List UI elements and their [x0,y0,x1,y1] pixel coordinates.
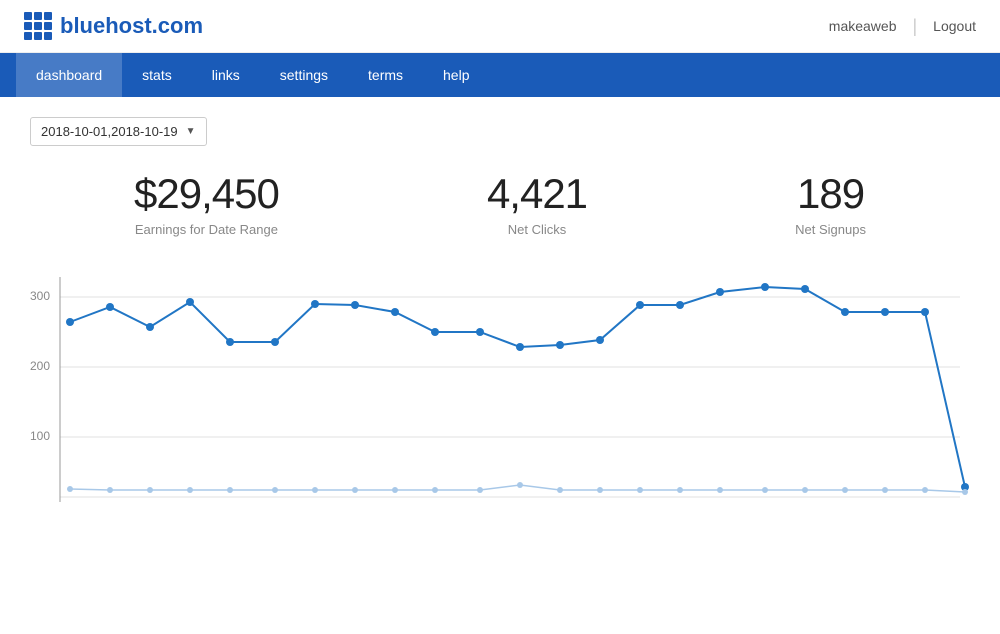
stat-clicks-value: 4,421 [487,170,587,218]
svg-text:300: 300 [30,289,50,303]
svg-text:10-13: 10-13 [505,506,536,507]
stat-earnings-label: Earnings for Date Range [134,222,279,237]
top-header: bluehost.com makeaweb | Logout [0,0,1000,53]
logo-grid-icon [24,12,52,40]
nav-item-help[interactable]: help [423,53,489,97]
svg-text:10-11: 10-11 [420,506,450,507]
logout-link[interactable]: Logout [933,18,976,34]
dropdown-arrow-icon: ▼ [186,126,196,137]
svg-text:100: 100 [30,429,50,443]
header-divider: | [912,16,917,37]
header-username: makeaweb [829,18,897,34]
nav-item-dashboard[interactable]: dashboard [16,53,122,97]
svg-text:10-05: 10-05 [175,506,206,507]
svg-text:10-07: 10-07 [260,506,291,507]
svg-text:10-15: 10-15 [585,506,616,507]
nav-item-links[interactable]: links [192,53,260,97]
header-right: makeaweb | Logout [829,16,976,37]
chart-area: 300 200 100 [30,267,970,507]
nav-item-settings[interactable]: settings [260,53,348,97]
date-range-picker[interactable]: 2018-10-01,2018-10-19 ▼ [30,117,207,146]
stat-earnings-value: $29,450 [134,170,279,218]
svg-text:10-17: 10-17 [665,506,696,507]
stats-row: $29,450 Earnings for Date Range 4,421 Ne… [30,170,970,237]
logo-area: bluehost.com [24,12,203,40]
stat-clicks: 4,421 Net Clicks [487,170,587,237]
stat-signups-value: 189 [795,170,866,218]
stat-clicks-label: Net Clicks [487,222,587,237]
svg-text:10-03: 10-03 [95,506,126,507]
svg-text:200: 200 [30,359,50,373]
logo-text: bluehost.com [60,13,203,39]
stat-earnings: $29,450 Earnings for Date Range [134,170,279,237]
date-range-value: 2018-10-01,2018-10-19 [41,124,178,139]
svg-text:10-09: 10-09 [340,506,371,507]
stat-signups-label: Net Signups [795,222,866,237]
stat-signups: 189 Net Signups [795,170,866,237]
chart-svg: 300 200 100 [30,267,970,507]
nav-bar: dashboard stats links settings terms hel… [0,53,1000,97]
svg-text:10-19: 10-19 [950,506,970,507]
main-content: 2018-10-01,2018-10-19 ▼ $29,450 Earnings… [0,97,1000,527]
nav-item-terms[interactable]: terms [348,53,423,97]
nav-item-stats[interactable]: stats [122,53,192,97]
